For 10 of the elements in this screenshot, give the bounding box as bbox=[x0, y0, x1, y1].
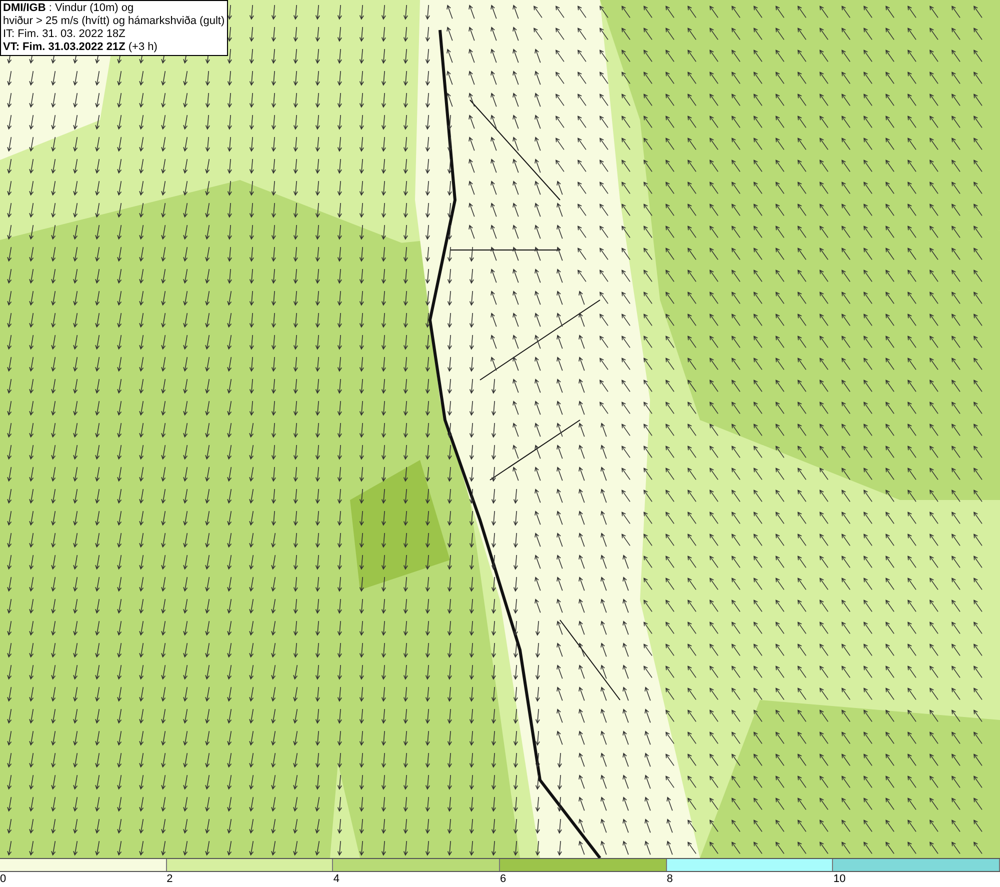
legend-label: 6 bbox=[500, 873, 506, 885]
legend-label: 8 bbox=[666, 873, 673, 885]
legend-label: 4 bbox=[333, 873, 340, 885]
info-line: IT: Fim. 31. 03. 2022 18Z bbox=[3, 28, 126, 41]
legend-label: 2 bbox=[166, 873, 173, 885]
info-line: DMI/IGB : Vindur (10m) og bbox=[3, 2, 135, 15]
info-line: VT: Fim. 31.03.2022 21Z (+3 h) bbox=[3, 41, 158, 54]
info-line: hviður > 25 m/s (hvítt) og hámarkshviða (gult) bbox=[3, 15, 225, 28]
legend-label: 0 bbox=[0, 873, 6, 885]
legend-label: 10 bbox=[833, 873, 846, 885]
